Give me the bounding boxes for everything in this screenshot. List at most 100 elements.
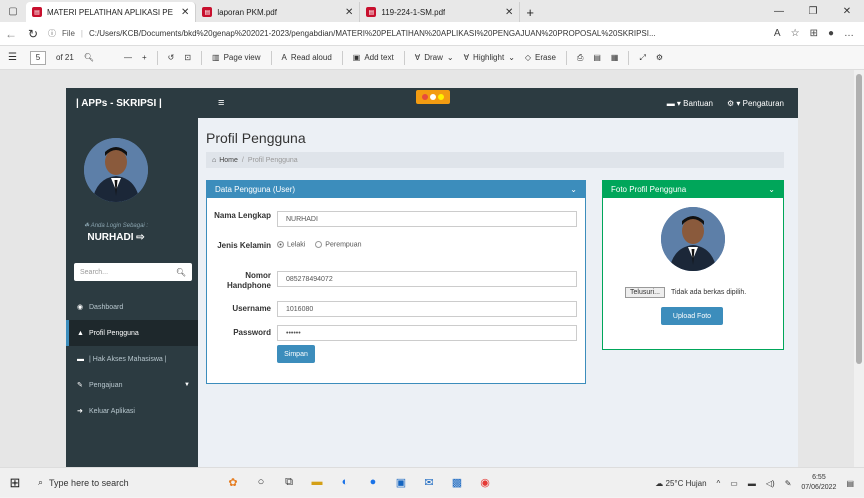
read-mode-icon[interactable]: A (774, 28, 781, 39)
zoom-in-icon[interactable]: + (142, 53, 147, 62)
search-icon[interactable]: 🔍︎ (176, 268, 186, 277)
file-explorer-icon[interactable]: ▬ (310, 476, 324, 489)
edit-icon: ✎ (77, 382, 83, 389)
sidebar-item-profil[interactable]: ▲ Profil Pengguna (66, 320, 198, 346)
page-number-input[interactable]: 5 (30, 50, 46, 65)
sidebar-item-keluar[interactable]: ➜ Keluar Aplikasi (66, 398, 198, 424)
chrome-app-icon[interactable]: ◉ (478, 476, 492, 489)
fullscreen-icon[interactable]: ⤢ (639, 53, 645, 63)
minimize-icon[interactable]: — (762, 0, 796, 22)
zoom-out-icon[interactable]: — (124, 53, 132, 62)
pdf-page: | APPs - SKRIPSI | ≡ ▬ ▾ Bantuan ⚙ ▾ Pen… (66, 88, 798, 467)
store-icon[interactable]: ▣ (394, 476, 408, 489)
tab-label: MATERI PELATIHAN APLIKASI PE (47, 7, 173, 17)
pdf-viewer[interactable]: | APPs - SKRIPSI | ≡ ▬ ▾ Bantuan ⚙ ▾ Pen… (0, 70, 864, 467)
find-icon[interactable]: 🔍︎ (84, 53, 94, 62)
contents-icon[interactable]: ☰ (8, 52, 17, 63)
close-window-icon[interactable]: ✕ (830, 0, 864, 22)
browser-tab-2[interactable]: ▤ laporan PKM.pdf ✕ (196, 2, 361, 22)
add-text-button[interactable]: ▣ Add text (353, 53, 394, 62)
new-tab-icon[interactable]: + (526, 2, 534, 22)
read-aloud-button[interactable]: A Read aloud (282, 53, 332, 62)
tray-chevron-icon[interactable]: ^ (717, 479, 721, 488)
settings-icon[interactable]: ⚙ (656, 53, 663, 62)
flowers-icon[interactable]: ✿ (226, 476, 240, 489)
user-data-box-title: Data Pengguna (User) (215, 185, 296, 194)
task-view-icon[interactable]: ⧉ (282, 476, 296, 489)
back-icon[interactable]: ← (0, 27, 22, 41)
username-input[interactable]: 1016080 (277, 301, 577, 317)
browser-tab-3[interactable]: ▤ 119-224-1-SM.pdf ✕ (360, 2, 521, 22)
restore-icon[interactable]: ❐ (796, 0, 830, 22)
sidebar-user-name[interactable]: NURHADI ⇨ (66, 232, 166, 243)
sidebar-item-hak-akses[interactable]: ▬ | Hak Akses Mahasiswa | (66, 346, 198, 372)
divider (201, 50, 203, 65)
password-input[interactable]: •••••• (277, 325, 577, 341)
sidebar-menu: ◉ Dashboard ▲ Profil Pengguna ▬ | Hak Akses… (66, 294, 198, 424)
edge-icon[interactable]: ◐ (338, 476, 352, 489)
browse-button[interactable]: Telusuri... (625, 287, 665, 298)
erase-button[interactable]: ◇ Erase (525, 53, 556, 62)
draw-button[interactable]: ∀ Draw ⌄ (415, 53, 454, 62)
app-brand[interactable]: | APPs - SKRIPSI | (66, 98, 214, 109)
windows-start-icon[interactable]: ⊞ (0, 475, 30, 491)
taskbar-search-placeholder: Type here to search (49, 477, 129, 488)
user-icon: ▲ (77, 329, 84, 337)
chevron-down-icon[interactable]: ⌄ (768, 185, 775, 194)
weather-widget[interactable]: ☁ 25°C Hujan (655, 479, 706, 488)
settings-menu[interactable]: ⚙ ▾ Pengaturan (727, 99, 784, 108)
user-data-box-header[interactable]: Data Pengguna (User) ⌄ (207, 181, 585, 198)
browser-tab-1[interactable]: ▤ MATERI PELATIHAN APLIKASI PE ✕ (26, 2, 197, 22)
viewer-scrollbar[interactable] (854, 70, 864, 467)
save-icon[interactable]: ▤ (593, 53, 601, 62)
photos-icon[interactable]: ▩ (450, 476, 464, 489)
favorites-icon[interactable]: ☆ (791, 28, 800, 39)
photo-box-header[interactable]: Foto Profil Pengguna ⌄ (603, 181, 783, 198)
notifications-icon[interactable]: ▤ (846, 479, 854, 488)
save-button[interactable]: Simpan (277, 345, 315, 363)
menu-toggle-icon[interactable]: ≡ (218, 97, 224, 109)
battery-icon[interactable]: ▬ (748, 479, 756, 488)
sidebar-item-dashboard[interactable]: ◉ Dashboard (66, 294, 198, 320)
sidebar-search-input[interactable]: Search... 🔍︎ (74, 263, 192, 281)
profile-icon[interactable]: ● (828, 28, 834, 39)
phone-input[interactable]: 085278494072 (277, 271, 577, 287)
url-field[interactable]: ⓘ File | C:/Users/KCB/Documents/bkd%20ge… (44, 25, 764, 43)
settings-label: Pengaturan (742, 98, 784, 108)
upload-photo-button[interactable]: Upload Foto (661, 307, 723, 325)
gender-female-radio[interactable]: Perempuan (315, 241, 362, 248)
username-row: Username 1016080 (207, 301, 587, 317)
chevron-down-icon[interactable]: ⌄ (570, 185, 577, 194)
highlight-button[interactable]: ∀ Highlight ⌄ (464, 53, 515, 62)
save-as-icon[interactable]: ▦ (611, 53, 619, 62)
volume-icon[interactable]: ◁) (766, 479, 775, 488)
taskbar-clock[interactable]: 6:55 07/06/2022 (801, 473, 836, 493)
tab-actions-icon[interactable]: ▢ (0, 0, 26, 22)
fit-page-icon[interactable]: ⊡ (184, 53, 191, 62)
rotate-icon[interactable]: ↺ (168, 53, 175, 62)
file-input: Telusuri... Tidak ada berkas dipilih. (625, 287, 746, 298)
refresh-icon[interactable]: ↻ (22, 27, 44, 41)
more-icon[interactable]: … (844, 28, 854, 39)
page-view-button[interactable]: ▥ Page view (212, 53, 260, 62)
name-input[interactable]: NURHADI (277, 211, 577, 227)
gender-male-radio[interactable]: Lelaki (277, 241, 305, 248)
close-tab-icon[interactable]: ✕ (345, 7, 353, 18)
tab-label: laporan PKM.pdf (217, 7, 277, 17)
mail-icon[interactable]: ✉ (422, 476, 436, 489)
network-icon[interactable]: ▭ (730, 479, 738, 488)
add-text-label: Add text (364, 53, 394, 62)
sidebar-item-pengajuan[interactable]: ✎ Pengajuan ▼ (66, 372, 198, 398)
pen-icon[interactable]: ✎ (785, 479, 792, 488)
taskbar-search-input[interactable]: ⌕ Type here to search (30, 471, 190, 495)
scrollbar-thumb[interactable] (856, 74, 862, 364)
print-icon[interactable]: ⎙ (577, 53, 583, 63)
collections-icon[interactable]: ⊞ (810, 28, 818, 39)
cortana-icon[interactable]: ○ (254, 476, 268, 489)
close-tab-icon[interactable]: ✕ (181, 7, 189, 18)
help-menu[interactable]: ▬ ▾ Bantuan (667, 99, 713, 108)
profile-photo (661, 207, 725, 271)
breadcrumb-home[interactable]: Home (219, 157, 238, 164)
close-tab-icon[interactable]: ✕ (505, 7, 513, 18)
chrome-icon[interactable]: ● (366, 476, 380, 489)
